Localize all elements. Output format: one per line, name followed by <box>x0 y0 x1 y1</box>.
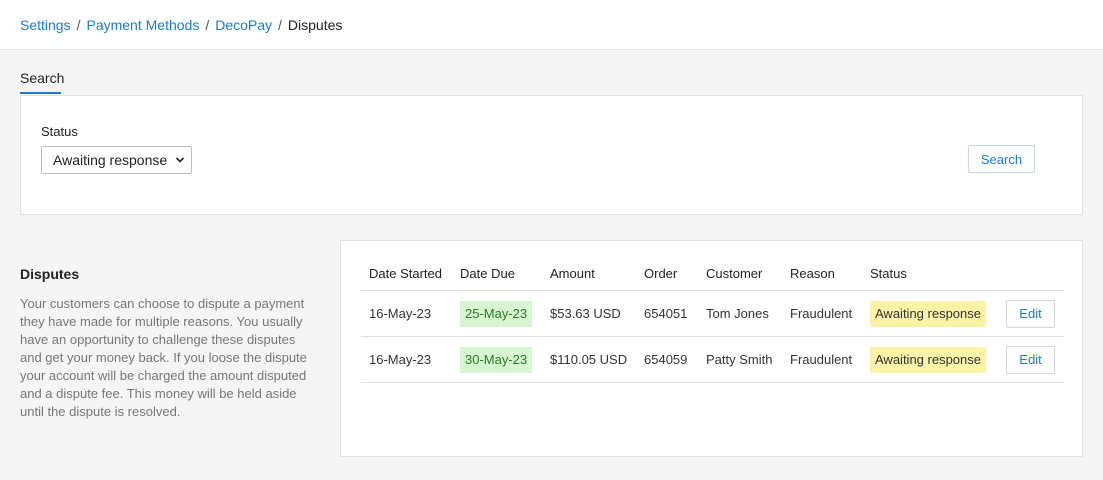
status-select-value: Awaiting response <box>53 152 168 168</box>
breadcrumb-decopay-link[interactable]: DecoPay <box>215 17 272 33</box>
chevron-down-icon <box>175 157 185 163</box>
status-cell: Awaiting response <box>870 337 986 382</box>
column-header-order: Order <box>644 266 678 281</box>
edit-button[interactable]: Edit <box>1006 345 1055 374</box>
tab-search[interactable]: Search <box>20 70 64 94</box>
section-description: Your customers can choose to dispute a p… <box>20 296 307 419</box>
reason-cell: Fraudulent <box>790 352 853 367</box>
column-header-amount: Amount <box>550 266 595 281</box>
breadcrumb-settings-link[interactable]: Settings <box>20 17 71 33</box>
column-header-date-started: Date Started <box>369 266 442 281</box>
disputes-table: Date Started Date Due Amount Order Custo… <box>340 240 1083 457</box>
customer-cell: Patty Smith <box>706 352 773 367</box>
table-row: 16-May-23 30-May-23 $110.05 USD 654059 P… <box>361 337 1064 383</box>
breadcrumb-payment-methods-link[interactable]: Payment Methods <box>86 17 199 33</box>
amount-cell: $53.63 USD <box>550 306 621 321</box>
due-date-badge: 30-May-23 <box>460 346 533 373</box>
customer-cell: Tom Jones <box>706 306 769 321</box>
status-select[interactable]: Awaiting response <box>41 146 192 174</box>
reason-cell: Fraudulent <box>790 306 853 321</box>
edit-button[interactable]: Edit <box>1006 299 1055 328</box>
breadcrumb-current: Disputes <box>287 16 343 33</box>
date-started-cell: 16-May-23 <box>369 352 432 367</box>
action-cell: Edit <box>1006 337 1055 382</box>
breadcrumb: Settings / Payment Methods / DecoPay / D… <box>0 0 1103 50</box>
table-header: Date Started Date Due Amount Order Custo… <box>361 259 1064 291</box>
status-cell: Awaiting response <box>870 291 986 336</box>
order-cell: 654059 <box>644 352 688 367</box>
search-panel: Status Awaiting response Search <box>20 95 1083 215</box>
status-badge: Awaiting response <box>870 300 986 327</box>
amount-cell: $110.05 USD <box>550 352 628 367</box>
order-cell: 654051 <box>644 306 688 321</box>
date-due-cell: 25-May-23 <box>460 291 533 336</box>
date-started-cell: 16-May-23 <box>369 306 432 321</box>
column-header-reason: Reason <box>790 266 835 281</box>
breadcrumb-separator: / <box>205 16 210 33</box>
table-row: 16-May-23 25-May-23 $53.63 USD 654051 To… <box>361 291 1064 337</box>
column-header-date-due: Date Due <box>460 266 515 281</box>
due-date-badge: 25-May-23 <box>460 300 533 327</box>
search-button[interactable]: Search <box>968 145 1035 173</box>
breadcrumb-separator: / <box>76 16 81 33</box>
section-title: Disputes <box>20 266 80 282</box>
date-due-cell: 30-May-23 <box>460 337 533 382</box>
status-filter-label: Status <box>41 124 78 139</box>
action-cell: Edit <box>1006 291 1055 336</box>
column-header-customer: Customer <box>706 266 763 281</box>
column-header-status: Status <box>870 266 907 281</box>
status-badge: Awaiting response <box>870 346 986 373</box>
breadcrumb-separator: / <box>278 16 282 33</box>
